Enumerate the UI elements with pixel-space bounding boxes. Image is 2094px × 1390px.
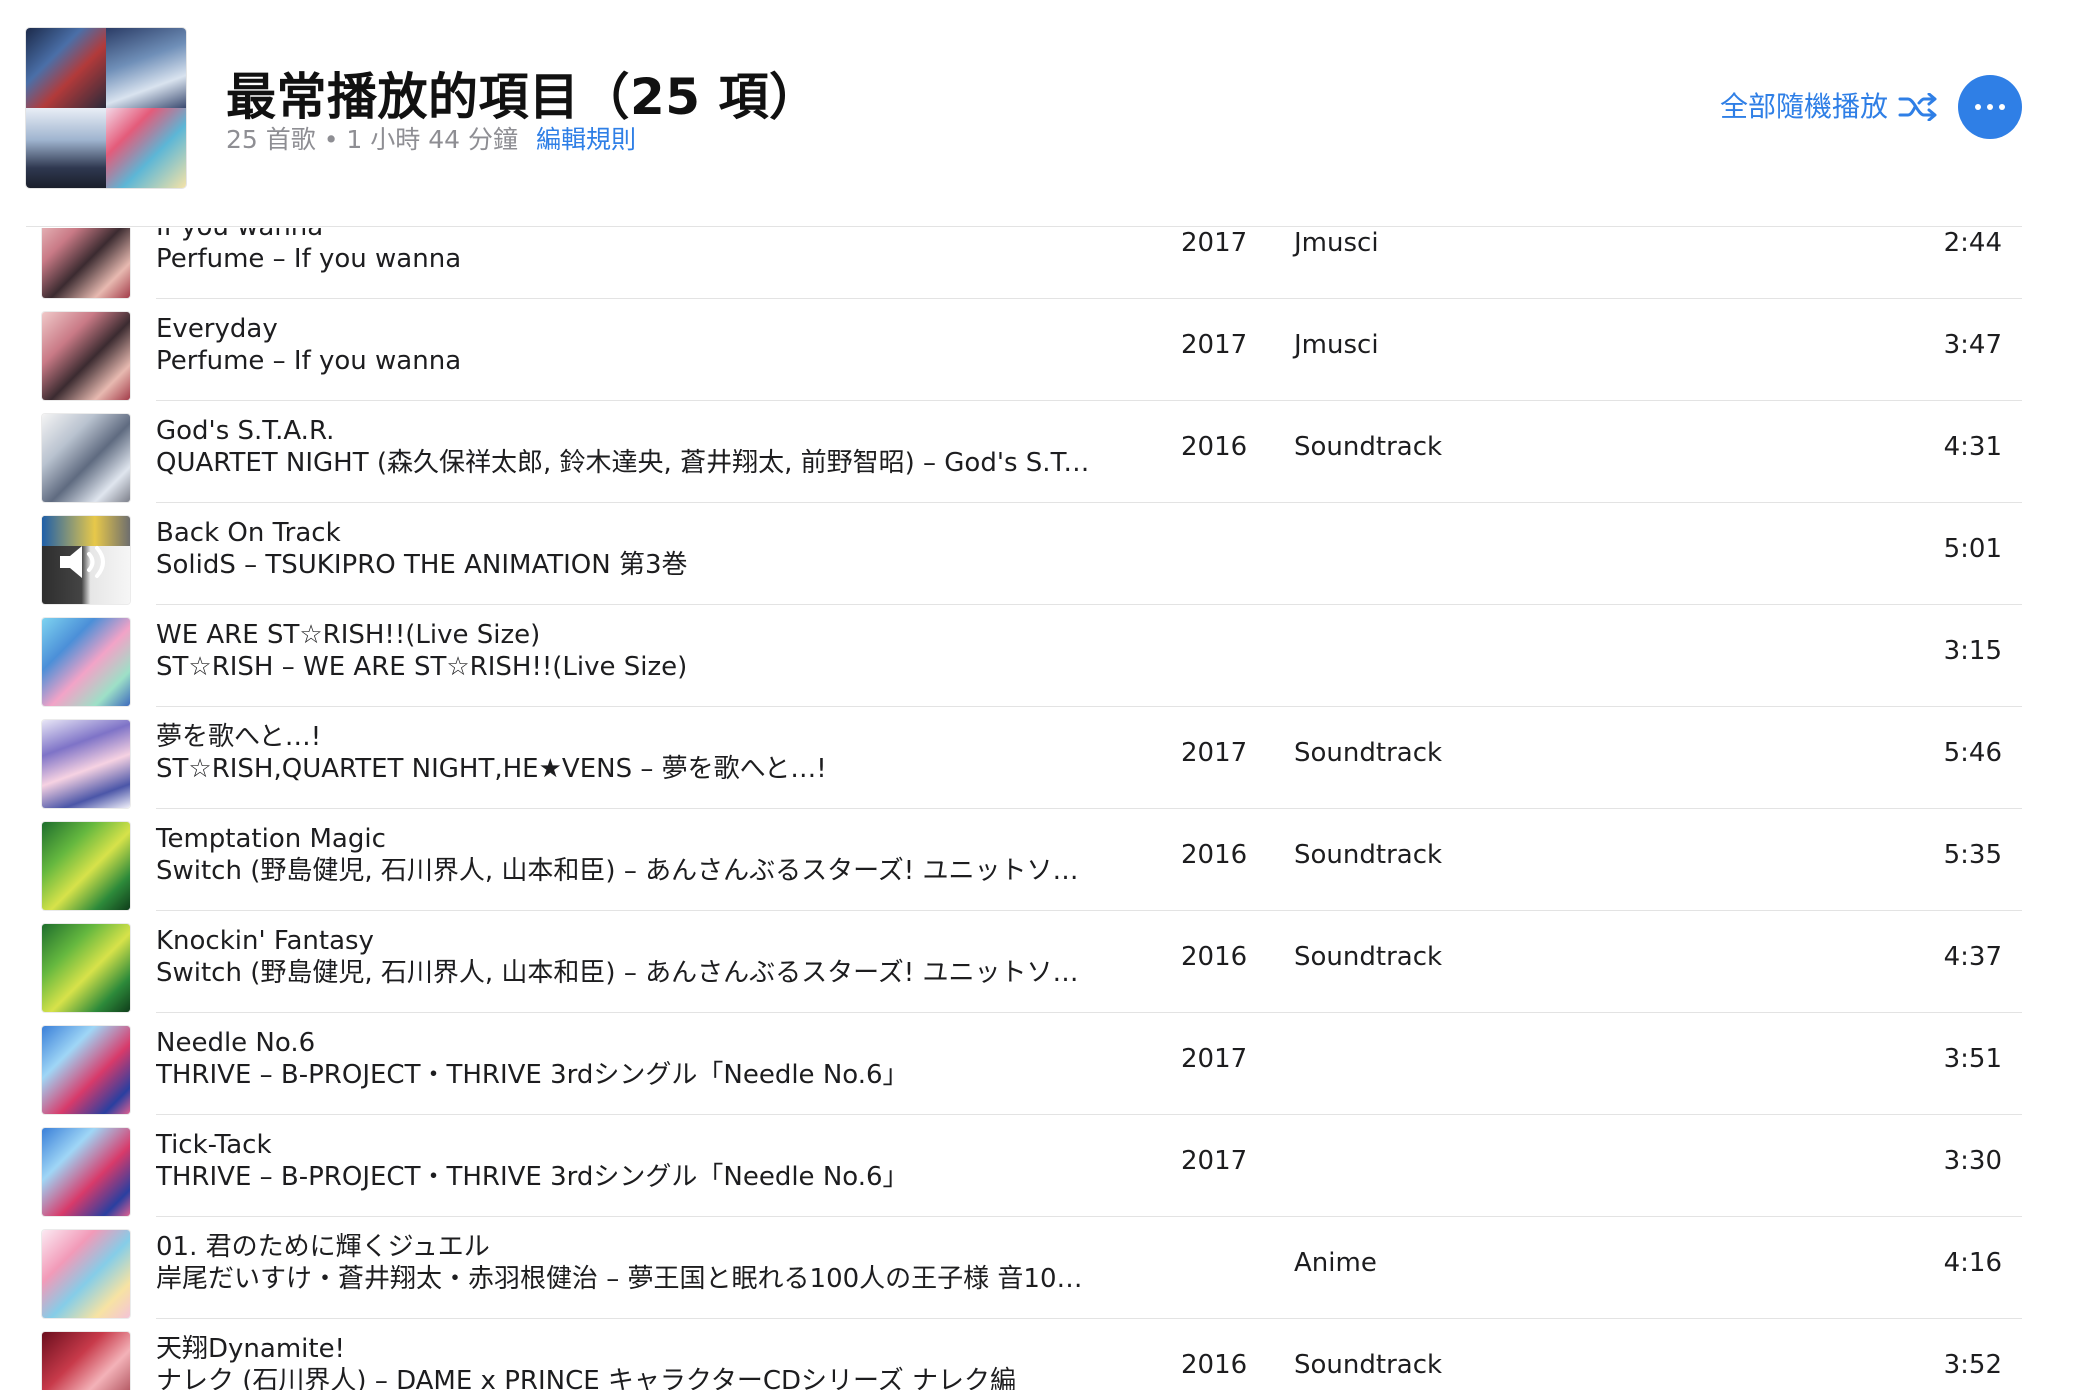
track-duration: 4:37 bbox=[1943, 942, 2002, 972]
cover-tile bbox=[106, 108, 186, 188]
shuffle-all-label: 全部隨機播放 bbox=[1720, 90, 1889, 123]
track-name: Back On Track bbox=[156, 518, 341, 548]
track-duration: 3:51 bbox=[1943, 1044, 2002, 1074]
shuffle-all-button[interactable]: 全部隨機播放 bbox=[1720, 87, 1938, 127]
track-name: Temptation Magic bbox=[156, 824, 386, 854]
track-name: 01. 君のために輝くジュエル bbox=[156, 1232, 490, 1262]
track-artist-album: Switch (野島健児, 石川界人, 山本和臣) – あんさんぶるスターズ! … bbox=[156, 958, 1096, 988]
track-year: 2016 bbox=[1181, 432, 1248, 462]
track-name: WE ARE ST☆RISH!!(Live Size) bbox=[156, 620, 541, 650]
track-row-now-playing[interactable]: Back On Track SolidS – TSUKIPRO THE ANIM… bbox=[0, 502, 2094, 605]
track-genre: Soundtrack bbox=[1294, 1350, 1443, 1380]
album-art bbox=[42, 720, 130, 808]
track-row[interactable]: 天翔Dynamite! ナレク (石川界人) – DAME x PRINCE キ… bbox=[0, 1318, 2094, 1390]
track-genre: Jmusci bbox=[1294, 330, 1379, 360]
speaker-playing-icon bbox=[60, 546, 105, 578]
playlist-header: 最常播放的項目（25 項） 25 首歌 • 1 小時 44 分鐘 編輯規則 全部隨… bbox=[0, 0, 2094, 228]
track-row[interactable]: 夢を歌へと…! ST☆RISH,QUARTET NIGHT,HE★VENS – … bbox=[0, 706, 2094, 809]
track-genre: Anime bbox=[1294, 1248, 1377, 1278]
track-artist-album: ST☆RISH – WE ARE ST☆RISH!!(Live Size) bbox=[156, 652, 688, 682]
more-dot-icon bbox=[1975, 104, 1981, 110]
track-year: 2016 bbox=[1181, 942, 1248, 972]
more-options-button[interactable] bbox=[1958, 75, 2022, 139]
album-art bbox=[42, 414, 130, 502]
shuffle-icon bbox=[1898, 93, 1937, 121]
track-artist-album: ナレク (石川界人) – DAME x PRINCE キャラクターCDシリーズ … bbox=[156, 1366, 1017, 1390]
track-artist-album: THRIVE – B-PROJECT・THRIVE 3rdシングル「Needle… bbox=[156, 1060, 909, 1090]
track-duration: 2:44 bbox=[1943, 228, 2002, 258]
track-name: 天翔Dynamite! bbox=[156, 1334, 345, 1364]
track-genre: Soundtrack bbox=[1294, 432, 1443, 462]
album-art bbox=[42, 516, 130, 604]
track-genre: Soundtrack bbox=[1294, 840, 1443, 870]
cover-tile bbox=[106, 28, 186, 108]
track-artist-album: QUARTET NIGHT (森久保祥太郎, 鈴木達央, 蒼井翔太, 前野智昭)… bbox=[156, 448, 1096, 478]
track-duration: 3:30 bbox=[1943, 1146, 2002, 1176]
track-year: 2017 bbox=[1181, 1146, 1248, 1176]
track-name: God's S.T.A.R. bbox=[156, 416, 335, 446]
track-artist-album: THRIVE – B-PROJECT・THRIVE 3rdシングル「Needle… bbox=[156, 1162, 909, 1192]
more-dot-icon bbox=[1999, 104, 2005, 110]
edit-rules-link[interactable]: 編輯規則 bbox=[536, 125, 636, 154]
track-name: Needle No.6 bbox=[156, 1028, 316, 1058]
album-art bbox=[42, 618, 130, 706]
track-duration: 3:52 bbox=[1943, 1350, 2002, 1380]
track-row[interactable]: Needle No.6 THRIVE – B-PROJECT・THRIVE 3r… bbox=[0, 1012, 2094, 1115]
track-genre: Soundtrack bbox=[1294, 942, 1443, 972]
track-row[interactable]: Everyday Perfume – If you wanna 2017 Jmu… bbox=[0, 298, 2094, 401]
album-art bbox=[42, 312, 130, 400]
album-art bbox=[42, 1230, 130, 1318]
track-year: 2017 bbox=[1181, 228, 1248, 258]
album-art bbox=[42, 1332, 130, 1390]
track-row[interactable]: Temptation Magic Switch (野島健児, 石川界人, 山本和… bbox=[0, 808, 2094, 911]
more-dot-icon bbox=[1987, 104, 1993, 110]
playlist-cover-art bbox=[26, 28, 186, 188]
track-artist-album: Switch (野島健児, 石川界人, 山本和臣) – あんさんぶるスターズ! … bbox=[156, 856, 1096, 886]
track-artist-album: ST☆RISH,QUARTET NIGHT,HE★VENS – 夢を歌へと…! bbox=[156, 754, 827, 784]
track-row[interactable]: Tick-Tack THRIVE – B-PROJECT・THRIVE 3rdシ… bbox=[0, 1114, 2094, 1217]
track-artist-album: Perfume – If you wanna bbox=[156, 244, 462, 274]
track-duration: 5:01 bbox=[1943, 534, 2002, 564]
track-year: 2017 bbox=[1181, 738, 1248, 768]
track-duration: 4:16 bbox=[1943, 1248, 2002, 1278]
page-title: 最常播放的項目（25 項） bbox=[226, 68, 820, 126]
album-art bbox=[42, 924, 130, 1012]
album-art bbox=[42, 822, 130, 910]
track-year: 2017 bbox=[1181, 330, 1248, 360]
track-duration: 3:15 bbox=[1943, 636, 2002, 666]
playlist-meta: 25 首歌 • 1 小時 44 分鐘 編輯規則 bbox=[226, 124, 636, 156]
header-divider bbox=[26, 226, 2022, 227]
track-genre: Jmusci bbox=[1294, 228, 1379, 258]
track-artist-album: SolidS – TSUKIPRO THE ANIMATION 第3巻 bbox=[156, 550, 688, 580]
track-duration: 4:31 bbox=[1943, 432, 2002, 462]
track-year: 2017 bbox=[1181, 1044, 1248, 1074]
album-art bbox=[42, 1128, 130, 1216]
track-name: 夢を歌へと…! bbox=[156, 722, 322, 752]
cover-tile bbox=[26, 108, 106, 188]
track-artist-album: 岸尾だいすけ・蒼井翔太・赤羽根健治 – 夢王国と眠れる100人の王子様 音100… bbox=[156, 1264, 1096, 1294]
track-year: 2016 bbox=[1181, 840, 1248, 870]
track-row[interactable]: 01. 君のために輝くジュエル 岸尾だいすけ・蒼井翔太・赤羽根健治 – 夢王国と… bbox=[0, 1216, 2094, 1319]
cover-tile bbox=[26, 28, 106, 108]
track-row[interactable]: WE ARE ST☆RISH!!(Live Size) ST☆RISH – WE… bbox=[0, 604, 2094, 707]
track-duration: 5:46 bbox=[1943, 738, 2002, 768]
track-genre: Soundtrack bbox=[1294, 738, 1443, 768]
track-duration: 3:47 bbox=[1943, 330, 2002, 360]
track-name: Everyday bbox=[156, 314, 278, 344]
playlist-summary: 25 首歌 • 1 小時 44 分鐘 bbox=[226, 125, 518, 154]
track-artist-album: Perfume – If you wanna bbox=[156, 346, 462, 376]
track-name: Tick-Tack bbox=[156, 1130, 272, 1160]
album-art bbox=[42, 1026, 130, 1114]
track-duration: 5:35 bbox=[1943, 840, 2002, 870]
track-row[interactable]: God's S.T.A.R. QUARTET NIGHT (森久保祥太郎, 鈴木… bbox=[0, 400, 2094, 503]
track-name: Knockin' Fantasy bbox=[156, 926, 374, 956]
track-year: 2016 bbox=[1181, 1350, 1248, 1380]
track-row[interactable]: Knockin' Fantasy Switch (野島健児, 石川界人, 山本和… bbox=[0, 910, 2094, 1013]
